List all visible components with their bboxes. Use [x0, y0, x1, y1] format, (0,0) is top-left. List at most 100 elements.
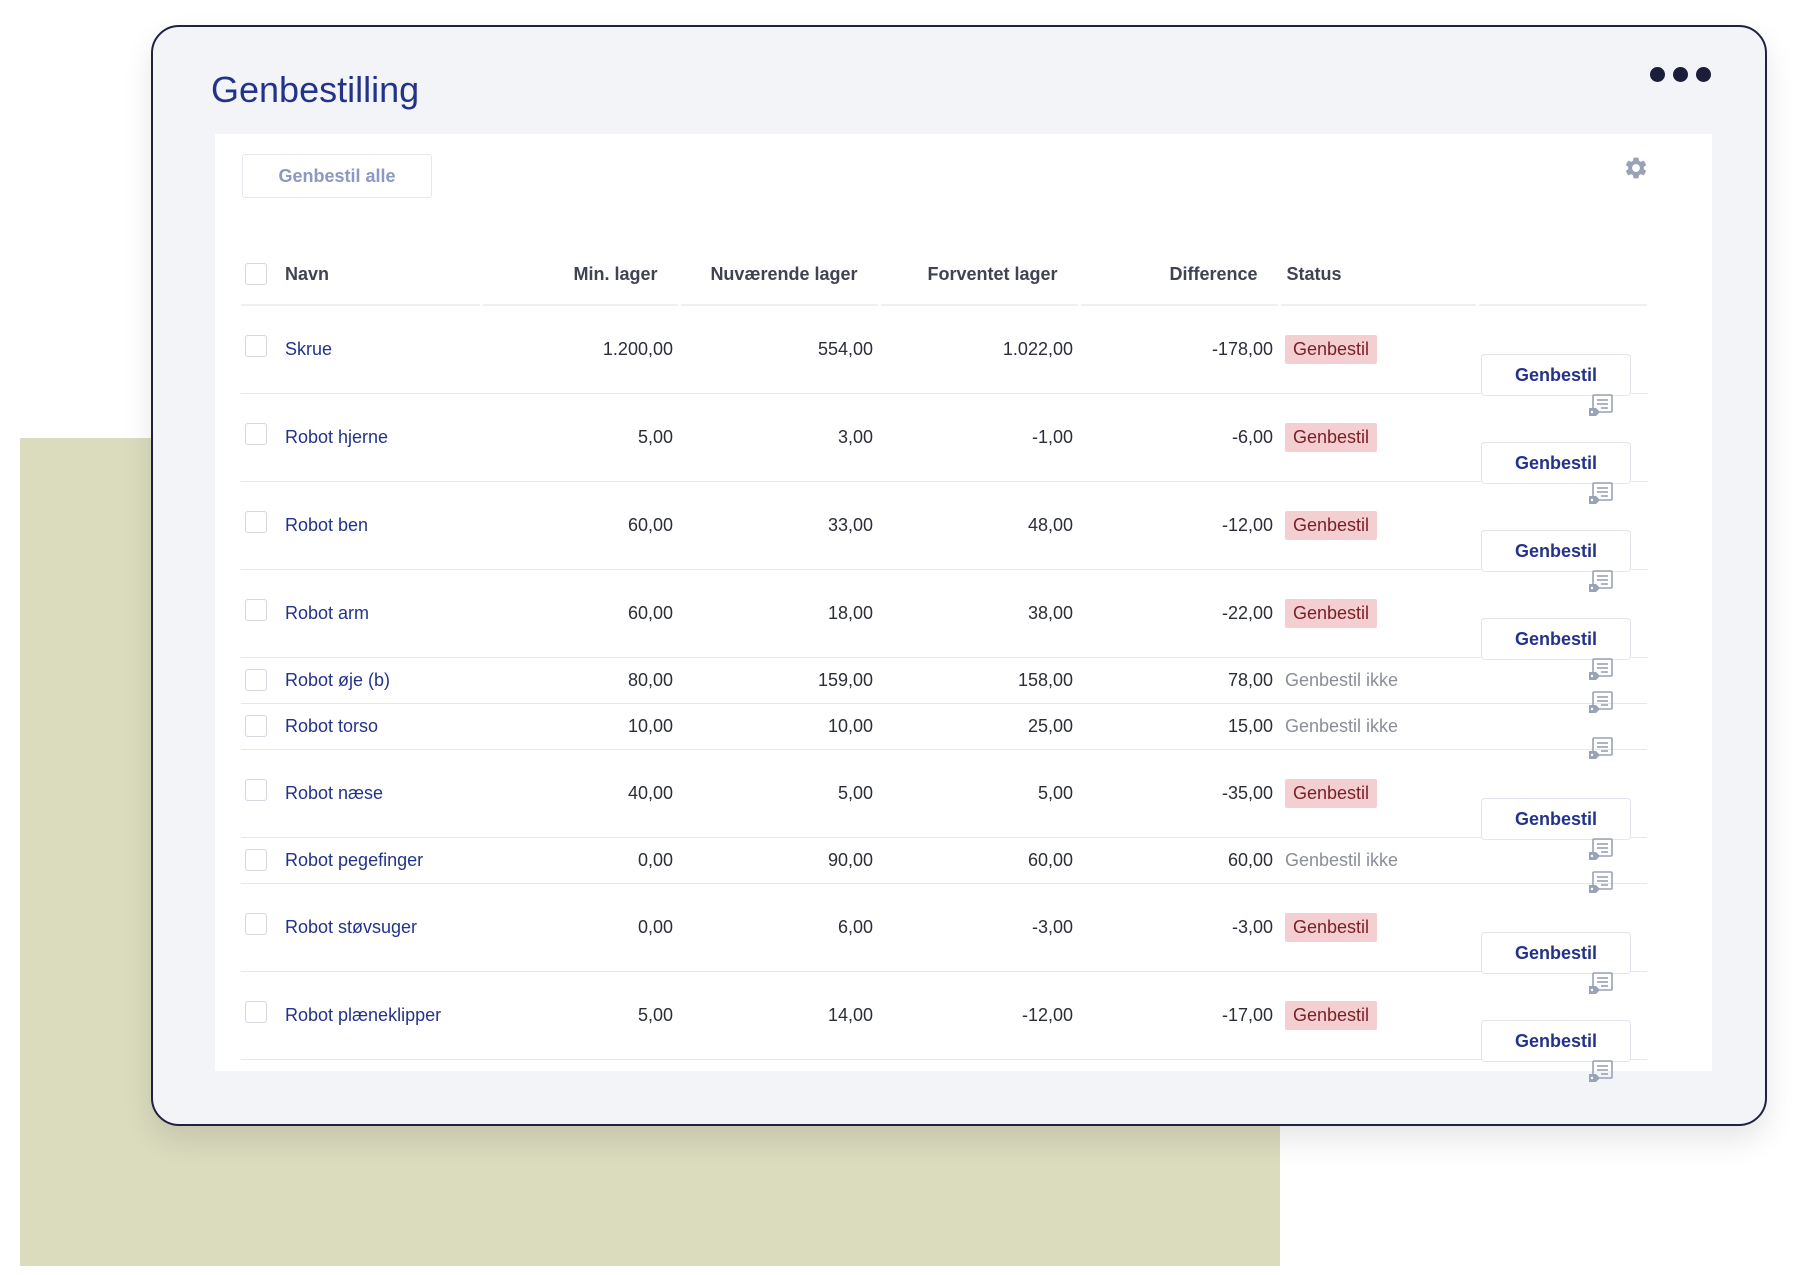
item-name-link[interactable]: Skrue [285, 339, 332, 359]
column-header-expected-stock[interactable]: Forventet lager [877, 244, 1079, 306]
reorder-table: Navn Min. lager Nuværende lager Forvente… [241, 244, 1647, 1082]
current-stock-cell: 5,00 [837, 782, 873, 803]
reorder-button[interactable]: Genbestil [1481, 442, 1631, 484]
status-badge: Genbestil ikke [1285, 669, 1399, 690]
min-stock-cell: 60,00 [627, 514, 673, 535]
current-stock-cell: 14,00 [827, 1004, 873, 1025]
difference-cell: -22,00 [1221, 602, 1273, 623]
note-tag-icon[interactable] [1587, 1059, 1615, 1085]
status-cell: Genbestil [1279, 749, 1477, 837]
status-cell: Genbestil ikke [1279, 657, 1477, 703]
status-cell: Genbestil [1279, 883, 1477, 971]
reorder-all-button[interactable]: Genbestil alle [242, 154, 432, 198]
name-cell: Robot plæneklipper [285, 971, 481, 1059]
more-dots-icon[interactable] [1650, 67, 1711, 82]
current-stock-cell: 10,00 [827, 715, 873, 736]
row-checkbox[interactable] [245, 599, 267, 621]
row-checkbox-cell [241, 749, 285, 837]
item-name-link[interactable]: Robot hjerne [285, 427, 388, 447]
expected-stock-cell: -12,00 [1021, 1004, 1073, 1025]
reorder-button[interactable]: Genbestil [1481, 798, 1631, 840]
reorder-button[interactable]: Genbestil [1481, 618, 1631, 660]
page-title: Genbestilling [211, 69, 420, 110]
reorder-button[interactable]: Genbestil [1481, 354, 1631, 397]
item-name-link[interactable]: Robot pegefinger [285, 850, 423, 870]
row-checkbox-cell [241, 883, 285, 971]
table-row: Robot øje (b) 80,00 159,00 158,00 78,00 … [241, 657, 1647, 713]
row-checkbox[interactable] [245, 423, 267, 445]
item-name-link[interactable]: Robot arm [285, 603, 369, 623]
column-header-status[interactable]: Status [1277, 244, 1477, 306]
status-badge: Genbestil [1285, 912, 1378, 942]
name-cell: Robot torso [285, 703, 481, 749]
table-row: Robot støvsuger 0,00 6,00 -3,00 -3,00 Ge… [241, 883, 1647, 994]
min-stock-cell: 1.200,00 [602, 338, 673, 359]
column-header-min-stock[interactable]: Min. lager [479, 244, 679, 306]
status-badge: Genbestil ikke [1285, 715, 1399, 736]
difference-cell: -3,00 [1231, 916, 1273, 937]
name-cell: Skrue [285, 305, 481, 393]
row-checkbox-cell [241, 971, 285, 1059]
select-all-checkbox[interactable] [245, 263, 267, 285]
expected-stock-cell: 158,00 [1017, 669, 1073, 690]
column-header-difference[interactable]: Difference [1077, 244, 1279, 306]
row-checkbox-cell [241, 703, 285, 749]
table-body: Skrue 1.200,00 554,00 1.022,00 -178,00 G… [241, 305, 1647, 1082]
status-cell: Genbestil [1279, 393, 1477, 481]
table-row: Skrue 1.200,00 554,00 1.022,00 -178,00 G… [241, 305, 1647, 417]
table-row: Robot hjerne 5,00 3,00 -1,00 -6,00 Genbe… [241, 393, 1647, 504]
action-cell: Genbestil [1477, 569, 1647, 680]
row-checkbox[interactable] [245, 913, 267, 935]
reorder-button[interactable]: Genbestil [1481, 530, 1631, 572]
difference-cell: 60,00 [1227, 849, 1273, 870]
status-badge: Genbestil [1285, 778, 1378, 808]
status-cell: Genbestil ikke [1279, 703, 1477, 749]
item-name-link[interactable]: Robot torso [285, 716, 378, 736]
row-checkbox[interactable] [245, 669, 267, 691]
row-checkbox[interactable] [245, 335, 267, 358]
row-checkbox[interactable] [245, 1001, 267, 1023]
column-header-current-stock[interactable]: Nuværende lager [677, 244, 879, 306]
item-name-link[interactable]: Robot ben [285, 515, 368, 535]
row-checkbox-cell [241, 837, 285, 883]
difference-cell: -12,00 [1221, 514, 1273, 535]
table-row: Robot torso 10,00 10,00 25,00 15,00 Genb… [241, 703, 1647, 759]
action-cell: Genbestil [1477, 305, 1647, 417]
row-checkbox[interactable] [245, 511, 267, 533]
item-name-link[interactable]: Robot næse [285, 783, 383, 803]
current-stock-cell: 3,00 [837, 426, 873, 447]
status-badge: Genbestil [1285, 422, 1378, 452]
difference-cell: -35,00 [1221, 782, 1273, 803]
item-name-link[interactable]: Robot støvsuger [285, 917, 417, 937]
column-header-name[interactable]: Navn [285, 244, 481, 306]
row-checkbox[interactable] [245, 849, 267, 871]
current-stock-cell: 159,00 [817, 669, 873, 690]
row-checkbox[interactable] [245, 779, 267, 801]
item-name-link[interactable]: Robot plæneklipper [285, 1005, 441, 1025]
action-cell [1477, 657, 1647, 713]
reorder-button[interactable]: Genbestil [1481, 932, 1631, 974]
difference-cell: 78,00 [1227, 669, 1273, 690]
difference-cell: 15,00 [1227, 715, 1273, 736]
name-cell: Robot øje (b) [285, 657, 481, 703]
min-stock-cell: 80,00 [627, 669, 673, 690]
expected-stock-cell: 25,00 [1027, 715, 1073, 736]
select-all-cell [241, 244, 285, 306]
reorder-button[interactable]: Genbestil [1481, 1020, 1631, 1062]
name-cell: Robot støvsuger [285, 883, 481, 971]
action-cell: Genbestil [1477, 971, 1647, 1082]
dot [1673, 67, 1688, 82]
status-badge: Genbestil ikke [1285, 849, 1399, 870]
row-checkbox[interactable] [245, 715, 267, 737]
action-cell: Genbestil [1477, 393, 1647, 504]
current-stock-cell: 554,00 [817, 338, 873, 359]
status-cell: Genbestil [1279, 481, 1477, 569]
gear-icon[interactable] [1623, 155, 1649, 181]
expected-stock-cell: -3,00 [1031, 916, 1073, 937]
table-row: Robot næse 40,00 5,00 5,00 -35,00 Genbes… [241, 749, 1647, 860]
row-checkbox-cell [241, 393, 285, 481]
row-checkbox-cell [241, 657, 285, 703]
dot [1696, 67, 1711, 82]
expected-stock-cell: 1.022,00 [1002, 338, 1073, 359]
item-name-link[interactable]: Robot øje (b) [285, 670, 390, 690]
